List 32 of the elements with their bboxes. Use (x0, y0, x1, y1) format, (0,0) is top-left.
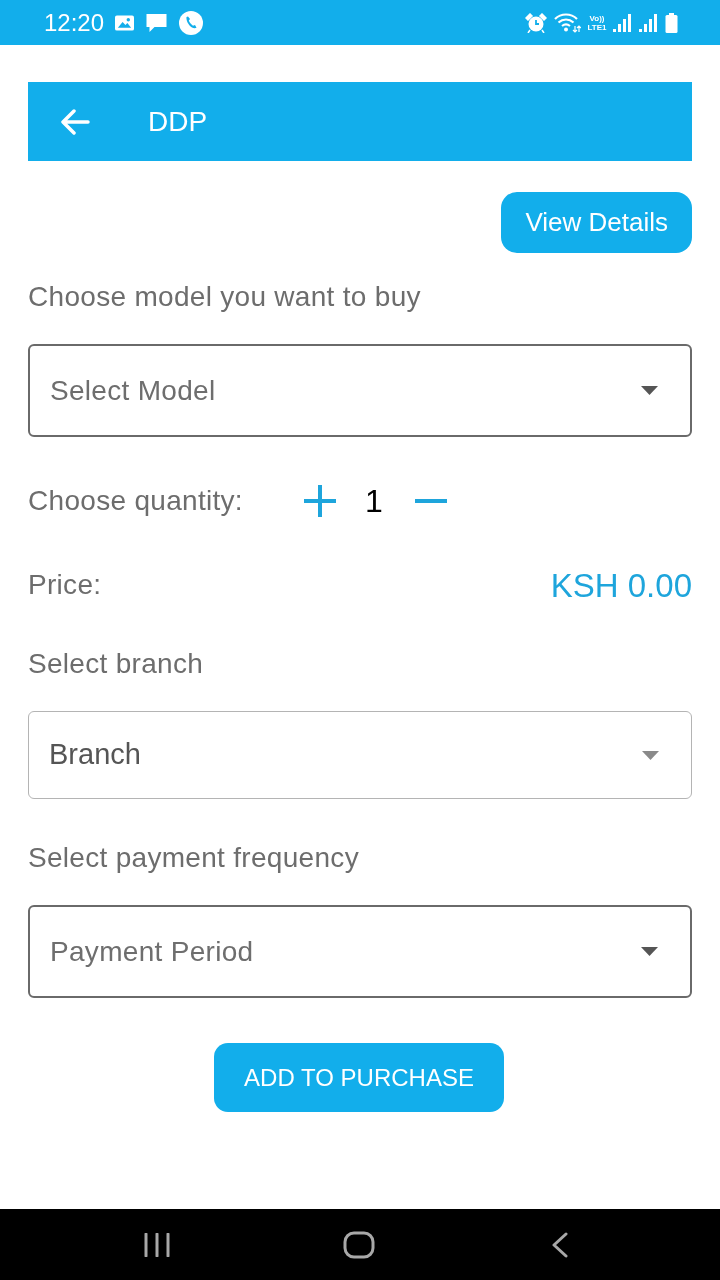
caret-icon (641, 947, 658, 956)
signal-bars-icon (613, 13, 633, 32)
chat-bubble-icon (145, 12, 169, 33)
dropdown-field[interactable]: Select Model (28, 344, 692, 437)
back-icon[interactable] (551, 1231, 569, 1258)
status-time: 12:20 (44, 10, 105, 35)
field-label: Select branch (28, 649, 205, 679)
battery-icon (665, 12, 678, 33)
alarm-clock-icon (525, 12, 547, 33)
increase-button[interactable] (303, 485, 336, 517)
recent-apps-icon[interactable] (143, 1232, 171, 1257)
caret-icon (642, 750, 659, 760)
phone-icon (179, 10, 204, 35)
wifi-icon (553, 12, 581, 33)
back-arrow-icon (60, 108, 90, 135)
image-icon (115, 14, 135, 31)
field-label: Choose model you want to buy (28, 282, 422, 312)
dropdown-field[interactable]: Branch (28, 711, 692, 799)
signal-bars-icon (639, 13, 659, 32)
back-button[interactable] (60, 106, 90, 137)
network-type-label: Vo)) LTE1 (587, 13, 607, 32)
minus-icon (414, 499, 447, 503)
quantity-value: 1 (364, 485, 383, 517)
caret-icon (641, 386, 658, 395)
app-bar-title: DDP (148, 104, 208, 139)
dropdown-field[interactable]: Payment Period (28, 905, 692, 998)
home-icon[interactable] (343, 1230, 375, 1259)
field-label: Choose quantity: (28, 486, 243, 516)
plus-icon (303, 485, 336, 517)
field-label: Price: (28, 570, 102, 600)
field-label: Select payment frequency (28, 843, 360, 873)
price-value: KSH 0.00 (550, 568, 692, 602)
